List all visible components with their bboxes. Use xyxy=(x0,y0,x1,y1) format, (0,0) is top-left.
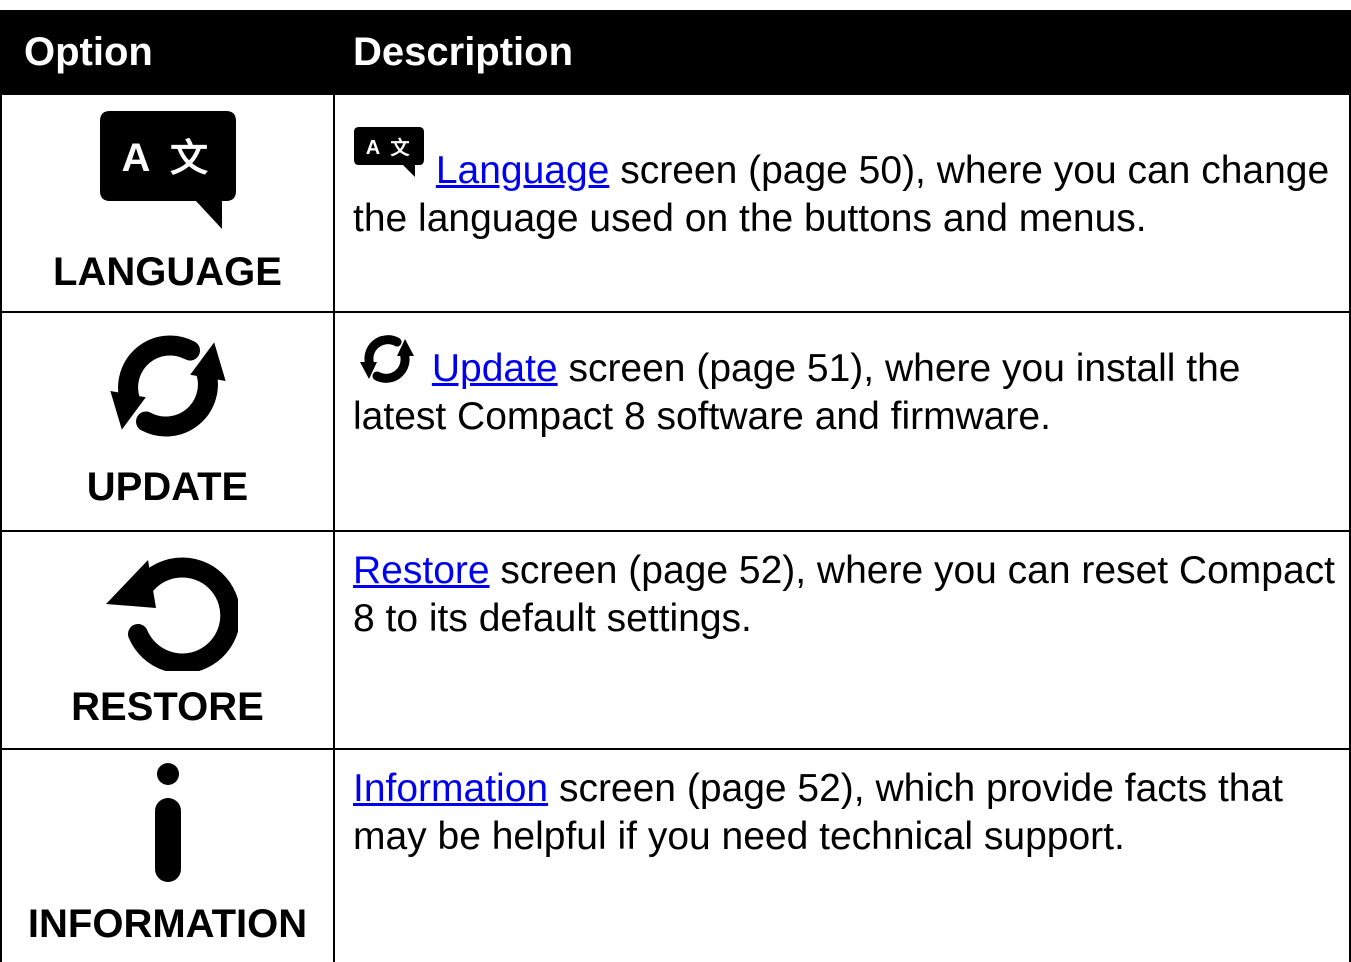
table-row: A 文 LANGUAGE A 文 Language screen (page 5… xyxy=(2,95,1349,313)
option-label: INFORMATION xyxy=(27,902,308,946)
option-cell: INFORMATION xyxy=(2,750,335,962)
option-cell: A 文 LANGUAGE xyxy=(2,95,335,311)
table-row: INFORMATION Information screen (page 52)… xyxy=(2,750,1349,962)
description-cell: Restore screen (page 52), where you can … xyxy=(335,532,1349,748)
header-description: Description xyxy=(353,30,574,74)
option-label: LANGUAGE xyxy=(53,250,282,294)
option-label: RESTORE xyxy=(71,685,264,729)
options-table: Option Description A 文 LANGUAGE A 文 Lang… xyxy=(0,10,1351,962)
table-header: Option Description xyxy=(2,10,1349,95)
svg-text:文: 文 xyxy=(390,136,410,159)
description-cell: Information screen (page 52), which prov… xyxy=(335,750,1349,962)
table-row: UPDATE Update screen (page 51), where yo… xyxy=(2,313,1349,532)
language-link[interactable]: Language xyxy=(436,149,610,192)
option-cell: UPDATE xyxy=(2,313,335,530)
language-icon: A 文 xyxy=(99,111,236,229)
option-label: UPDATE xyxy=(86,465,249,509)
restore-link[interactable]: Restore xyxy=(353,549,490,592)
option-cell: RESTORE xyxy=(2,532,335,748)
information-icon xyxy=(154,763,181,882)
svg-text:A: A xyxy=(366,137,380,159)
description-text: screen (page 52), where you can reset Co… xyxy=(353,549,1335,640)
update-icon xyxy=(360,335,414,383)
description-cell: Update screen (page 51), where you insta… xyxy=(335,313,1349,530)
restore-icon xyxy=(105,557,238,671)
language-icon: A 文 xyxy=(354,127,424,177)
description-cell: A 文 Language screen (page 50), where you… xyxy=(335,95,1349,311)
update-link[interactable]: Update xyxy=(432,347,558,390)
header-option: Option xyxy=(24,30,153,74)
table-row: RESTORE Restore screen (page 52), where … xyxy=(2,532,1349,750)
svg-text:文: 文 xyxy=(169,136,207,180)
update-icon xyxy=(109,335,226,437)
information-link[interactable]: Information xyxy=(353,767,548,810)
svg-text:A: A xyxy=(121,136,150,180)
